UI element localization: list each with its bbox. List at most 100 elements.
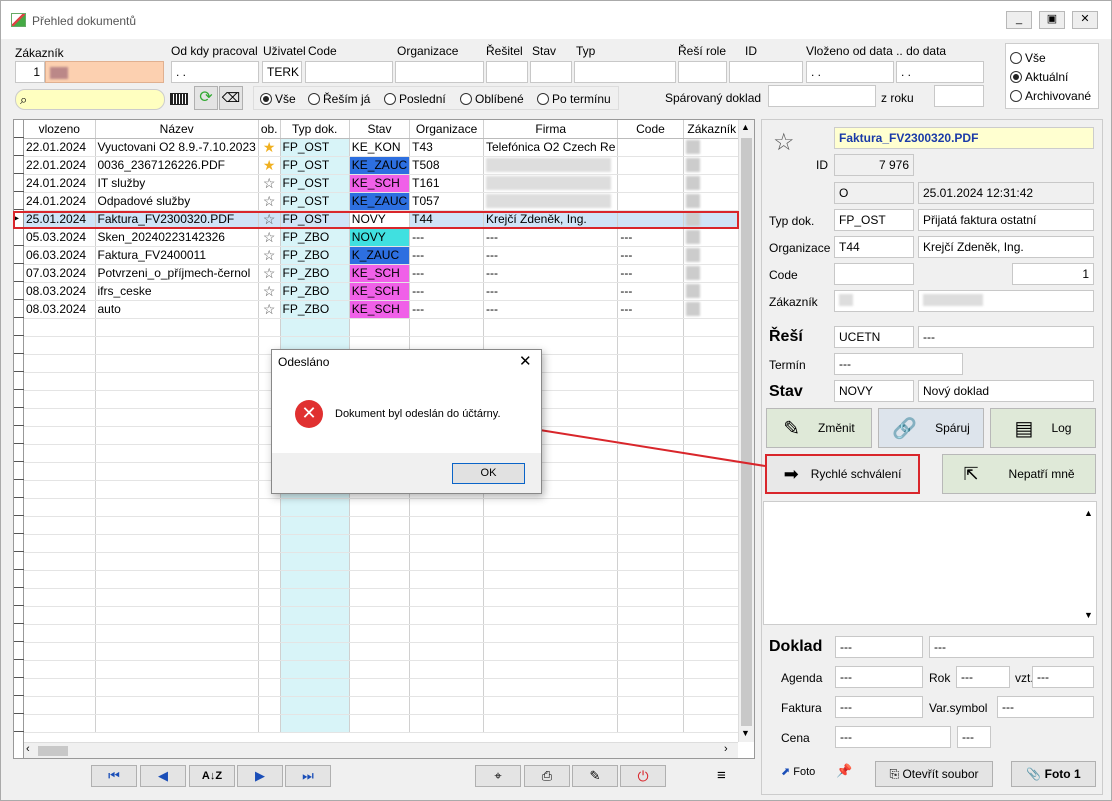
row-header-cell[interactable] — [14, 498, 24, 516]
sparovany-field[interactable] — [768, 85, 876, 107]
cena-field[interactable]: --- — [835, 726, 951, 748]
binoculars-button[interactable]: ⌖ — [475, 765, 521, 787]
table-row[interactable] — [24, 606, 754, 625]
refresh-button[interactable]: ⟳ — [194, 86, 218, 110]
row-header-cell[interactable] — [14, 660, 24, 678]
column-header[interactable]: Stav — [349, 120, 411, 139]
table-row[interactable]: 06.03.2024 Faktura_FV2400011 ☆ FP_ZBO K_ZAUC… — [24, 246, 754, 265]
foto1-button[interactable]: 📎 Foto 1 — [1011, 761, 1096, 787]
otevrit-soubor-button[interactable]: ⎘ Otevřít soubor — [875, 761, 993, 787]
column-header[interactable]: Code — [617, 120, 684, 139]
code-field[interactable] — [305, 61, 393, 83]
doklad-field-1[interactable]: --- — [835, 636, 923, 658]
row-header-cell[interactable] — [14, 642, 24, 660]
table-row[interactable] — [24, 498, 754, 517]
rok-field[interactable]: --- — [956, 666, 1010, 688]
search-input[interactable]: ⌕ — [15, 89, 165, 110]
table-row[interactable]: 08.03.2024 ifrs_ceske ☆ FP_ZBO KE_SCH --- --- -… — [24, 282, 754, 301]
vlozeno-od-field[interactable]: . . — [806, 61, 894, 83]
menu-icon[interactable]: ≡ — [717, 768, 731, 783]
table-row[interactable] — [24, 696, 754, 715]
row-header-cell[interactable] — [14, 696, 24, 714]
radio-archivovane[interactable]: Archivované — [1010, 89, 1091, 103]
column-header[interactable]: Organizace — [409, 120, 484, 139]
table-row[interactable] — [24, 660, 754, 679]
h-scroll-thumb[interactable] — [38, 746, 68, 756]
resitel-field[interactable] — [486, 61, 528, 83]
table-row[interactable] — [24, 714, 754, 733]
sort-az-button[interactable]: A↓Z — [189, 765, 235, 787]
row-header-cell[interactable] — [14, 228, 24, 246]
doklad-field-2[interactable]: --- — [929, 636, 1094, 658]
row-header-cell[interactable] — [14, 444, 24, 462]
zakaznik-name-detail-field[interactable] — [918, 290, 1094, 312]
od-kdy-field[interactable]: . . — [171, 61, 259, 83]
favorite-star-icon[interactable]: ☆ — [263, 247, 276, 263]
notes-textarea[interactable]: ▲ ▼ — [763, 501, 1097, 625]
maximize-button[interactable]: ▣ — [1039, 11, 1065, 29]
table-row[interactable]: 07.03.2024 Potvrzeni_o_příjmech-černol ☆ FP… — [24, 264, 754, 283]
prev-record-button[interactable]: ◀ — [140, 765, 186, 787]
row-header-cell[interactable] — [14, 714, 24, 732]
resi-field-2[interactable]: --- — [918, 326, 1094, 348]
row-header-cell[interactable] — [14, 264, 24, 282]
cena-field-2[interactable]: --- — [957, 726, 991, 748]
barcode-icon[interactable] — [170, 93, 188, 105]
first-record-button[interactable]: ⏮ — [91, 765, 137, 787]
row-header-cell[interactable] — [14, 120, 24, 138]
radio-scope-vse[interactable]: Vše — [260, 92, 296, 106]
organizace-field[interactable] — [395, 61, 484, 83]
row-header-cell[interactable] — [14, 552, 24, 570]
row-header-cell[interactable] — [14, 588, 24, 606]
column-header[interactable]: Firma — [483, 120, 619, 139]
table-row[interactable] — [24, 570, 754, 589]
row-header-cell[interactable] — [14, 192, 24, 210]
row-header-cell[interactable] — [14, 678, 24, 696]
last-record-button[interactable]: ⏭ — [285, 765, 331, 787]
row-header-cell[interactable] — [14, 408, 24, 426]
typ-dok-name-field[interactable]: Přijatá faktura ostatní — [918, 209, 1094, 231]
row-header-cell[interactable] — [14, 318, 24, 336]
stav-filter-field[interactable] — [530, 61, 572, 83]
resi-field[interactable]: UCETN — [834, 326, 914, 348]
notes-scroll-down-icon[interactable]: ▼ — [1084, 610, 1093, 620]
next-record-button[interactable]: ▶ — [237, 765, 283, 787]
zakaznik-detail-field[interactable] — [834, 290, 914, 312]
stav-detail-field[interactable]: NOVY — [834, 380, 914, 402]
column-header[interactable]: vlozeno — [24, 120, 96, 139]
row-header-cell[interactable] — [14, 282, 24, 300]
doc-name-field[interactable]: Faktura_FV2300320.PDF — [834, 127, 1094, 149]
minimize-button[interactable]: _ — [1006, 11, 1032, 29]
scroll-up-icon[interactable]: ▲ — [741, 122, 750, 132]
nepatri-mne-button[interactable]: ⇱ Nepatří mně — [942, 454, 1096, 494]
zakaznik-name-field[interactable] — [45, 61, 164, 83]
table-row[interactable] — [24, 642, 754, 661]
table-row[interactable] — [24, 552, 754, 571]
table-row[interactable] — [24, 534, 754, 553]
notes-scroll-up-icon[interactable]: ▲ — [1084, 508, 1093, 518]
favorite-star-icon[interactable]: ☆ — [773, 131, 795, 155]
favorite-star-icon[interactable]: ☆ — [263, 193, 276, 209]
radio-aktualni[interactable]: Aktuální — [1010, 70, 1068, 84]
scroll-left-icon[interactable]: ‹ — [26, 743, 30, 755]
column-header[interactable]: Zákazník — [683, 120, 741, 139]
edit-button[interactable]: ✎ — [572, 765, 618, 787]
table-row[interactable]: 05.03.2024 Sken_20240223142326 ☆ FP_ZBO NOVY… — [24, 228, 754, 247]
row-header-cell[interactable] — [14, 570, 24, 588]
zakaznik-id-field[interactable]: 1 — [15, 61, 45, 83]
row-header-cell[interactable] — [14, 354, 24, 372]
code-detail-field[interactable] — [834, 263, 914, 285]
vlozeno-do-field[interactable]: . . — [896, 61, 984, 83]
favorite-star-icon[interactable]: ☆ — [263, 229, 276, 245]
sparuj-button[interactable]: 🔗 Spáruj — [878, 408, 984, 448]
column-header[interactable]: Název — [95, 120, 259, 139]
dialog-close-icon[interactable]: ✕ — [519, 352, 532, 370]
row-header-cell[interactable] — [14, 534, 24, 552]
row-header-cell[interactable] — [14, 156, 24, 174]
row-header-cell[interactable] — [14, 516, 24, 534]
agenda-field[interactable]: --- — [835, 666, 923, 688]
table-row[interactable]: 22.01.2024 0036_2367126226.PDF ★ FP_OST KE_Z… — [24, 156, 754, 175]
row-header-cell[interactable] — [14, 336, 24, 354]
foto-link[interactable]: ⬈ Foto — [781, 765, 815, 778]
row-header-cell[interactable] — [14, 372, 24, 390]
